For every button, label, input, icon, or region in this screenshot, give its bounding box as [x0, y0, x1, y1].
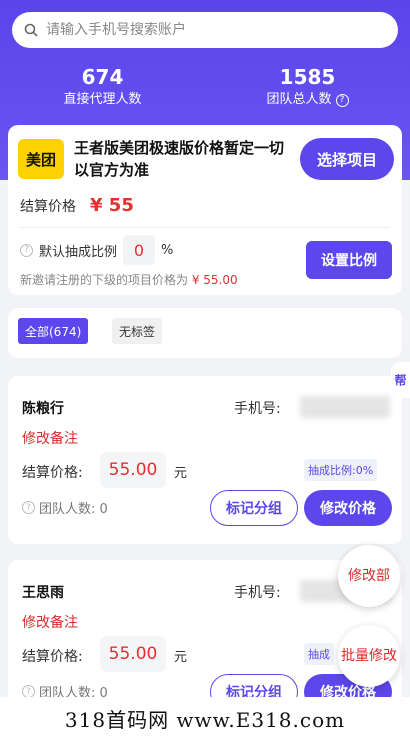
- phone-label: 手机号:: [234, 401, 281, 417]
- currency-unit: 元: [174, 466, 188, 481]
- invite-price-value: ¥ 55.00: [191, 273, 238, 287]
- meituan-logo: 美团: [18, 139, 64, 179]
- mark-group-button[interactable]: 标记分组: [210, 490, 298, 526]
- direct-agents-label: 直接代理人数: [0, 90, 205, 110]
- tab-untagged[interactable]: 无标签: [112, 318, 163, 344]
- edit-remark-link[interactable]: 修改备注: [22, 612, 78, 632]
- agent-card: 陈粮行 手机号: 修改备注 结算价格: 55.00 元 抽成比例:0% ? 团队…: [8, 376, 402, 544]
- search-input[interactable]: [46, 22, 376, 38]
- currency-unit: 元: [174, 650, 188, 665]
- team-count: ? 团队人数: 0: [22, 498, 108, 517]
- settle-price-label: 结算价格: [20, 198, 76, 215]
- direct-agents-label-text: 直接代理人数: [63, 92, 142, 107]
- question-icon[interactable]: ?: [22, 501, 35, 514]
- invite-price-hint-text: 新邀请注册的下级的项目价格为: [20, 273, 189, 287]
- phone-label: 手机号:: [234, 585, 281, 601]
- team-total-label-text: 团队总人数: [266, 92, 332, 107]
- team-total-stat: 1585 团队总人数 ?: [205, 64, 410, 110]
- default-ratio-input[interactable]: 0: [123, 235, 156, 265]
- default-ratio-row: ? 默认抽成比例 0 %: [20, 235, 173, 265]
- default-ratio-label: 默认抽成比例: [39, 244, 118, 260]
- help-tab[interactable]: 帮: [391, 362, 410, 398]
- direct-agents-count: 674: [81, 65, 124, 89]
- edit-remark-link[interactable]: 修改备注: [22, 428, 78, 448]
- tab-all[interactable]: 全部(674): [18, 318, 89, 344]
- team-total-count: 1585: [279, 65, 336, 89]
- agent-settle-label: 结算价格:: [22, 465, 83, 481]
- filter-tabs: 全部(674) 无标签: [8, 308, 402, 358]
- percent-unit: %: [161, 242, 174, 258]
- invite-price-hint: 新邀请注册的下级的项目价格为 ¥ 55.00: [20, 271, 238, 288]
- team-total-label: 团队总人数 ?: [205, 90, 410, 110]
- agent-name: 王思雨: [22, 585, 64, 601]
- site-watermark: 318首码网 www.E318.com: [0, 697, 410, 739]
- settle-price-value: ¥ 55: [90, 195, 134, 216]
- modify-part-float-button[interactable]: 修改部: [338, 545, 400, 607]
- project-card: 美团 王者版美团极速版价格暂定一切以官方为准 选择项目 结算价格 ¥ 55 ? …: [8, 125, 402, 295]
- agent-name: 陈粮行: [22, 401, 64, 417]
- settle-price-row: 结算价格 ¥ 55: [20, 195, 134, 216]
- search-icon: [24, 23, 38, 37]
- team-count-text: 团队人数: 0: [39, 502, 108, 517]
- phone-number-redacted: [300, 396, 390, 418]
- agent-price-value[interactable]: 55.00: [100, 636, 166, 672]
- agent-price-value[interactable]: 55.00: [100, 452, 166, 488]
- agent-settle-label: 结算价格:: [22, 649, 83, 665]
- project-title: 王者版美团极速版价格暂定一切以官方为准: [74, 139, 285, 179]
- question-icon[interactable]: ?: [20, 243, 33, 257]
- select-project-button[interactable]: 选择项目: [300, 138, 394, 180]
- stats-row: 674 直接代理人数 1585 团队总人数 ?: [0, 64, 410, 110]
- edit-price-button[interactable]: 修改价格: [304, 490, 392, 526]
- divider: [20, 227, 390, 228]
- question-icon[interactable]: ?: [335, 93, 349, 107]
- ratio-badge: 抽成比例:0%: [304, 459, 378, 481]
- search-bar[interactable]: [12, 12, 398, 48]
- ratio-badge: 抽成: [304, 643, 334, 665]
- batch-modify-float-button[interactable]: 批量修改: [338, 625, 400, 687]
- set-ratio-button[interactable]: 设置比例: [306, 241, 392, 279]
- direct-agents-stat: 674 直接代理人数: [0, 64, 205, 110]
